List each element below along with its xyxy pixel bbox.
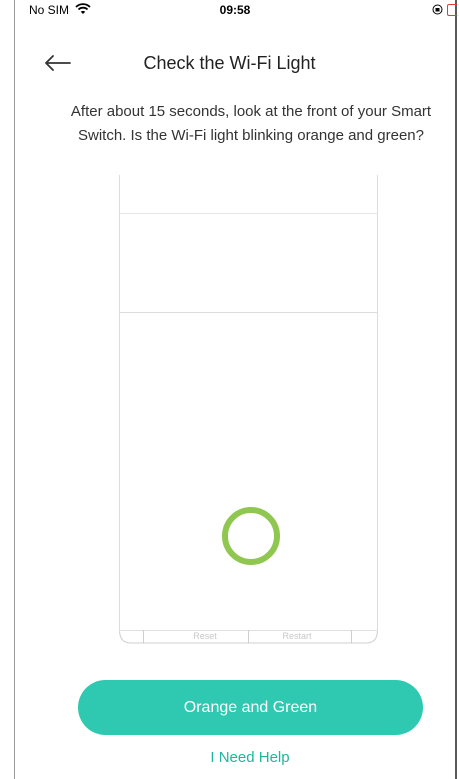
wifi-led-indicator (222, 507, 280, 565)
orientation-lock-icon (432, 4, 443, 15)
battery-icon (447, 4, 457, 16)
smart-switch-illustration (119, 175, 378, 645)
app-screen: No SIM 09:58 Check the Wi-Fi Light After… (0, 0, 459, 779)
switch-outline (119, 175, 378, 644)
status-time: 09:58 (219, 3, 251, 17)
screen-left-border (14, 0, 15, 779)
status-bar: No SIM 09:58 (15, 0, 457, 20)
restart-label: Restart (282, 631, 312, 641)
screen-right-border (455, 0, 457, 779)
instruction-text: After about 15 seconds, look at the fron… (70, 103, 432, 144)
need-help-link[interactable]: I Need Help (150, 749, 350, 766)
reset-label: Reset (193, 631, 217, 641)
orange-and-green-button[interactable]: Orange and Green (78, 680, 423, 735)
page-title: Check the Wi-Fi Light (143, 53, 316, 73)
